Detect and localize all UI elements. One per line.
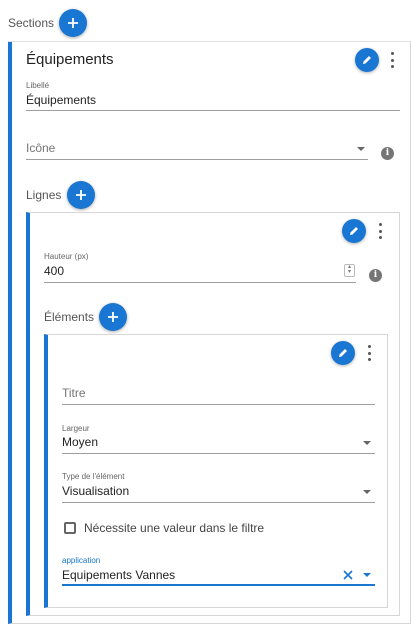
arrow-drop-down-icon[interactable] bbox=[357, 147, 365, 151]
lignes-label: Lignes bbox=[26, 188, 62, 202]
icone-select[interactable]: Icône bbox=[26, 141, 55, 155]
application-underline bbox=[62, 584, 375, 586]
number-stepper[interactable]: ▴ ▾ bbox=[344, 264, 355, 277]
type-label: Type de l'élément bbox=[62, 472, 125, 481]
arrow-drop-down-icon[interactable] bbox=[363, 573, 371, 577]
arrow-drop-down-icon[interactable] bbox=[363, 441, 371, 445]
libelle-input[interactable]: Équipements bbox=[26, 93, 96, 107]
section-title: Équipements bbox=[26, 51, 114, 68]
largeur-label: Largeur bbox=[62, 424, 90, 433]
pencil-icon bbox=[363, 56, 371, 64]
largeur-select[interactable]: Moyen bbox=[62, 435, 98, 449]
icone-underline bbox=[26, 159, 368, 160]
more-vert-icon[interactable] bbox=[376, 223, 384, 239]
add-section-button[interactable] bbox=[59, 9, 87, 37]
filter-checkbox[interactable] bbox=[64, 522, 76, 534]
type-select[interactable]: Visualisation bbox=[62, 484, 129, 498]
plus-icon bbox=[76, 190, 86, 200]
application-input[interactable]: Equipements Vannes bbox=[62, 568, 175, 582]
hauteur-input[interactable]: 400 bbox=[44, 264, 64, 278]
close-icon[interactable] bbox=[343, 570, 353, 580]
titre-input[interactable]: Titre bbox=[62, 386, 86, 400]
elements-label: Éléments bbox=[44, 310, 95, 324]
add-element-button[interactable] bbox=[99, 303, 127, 331]
element-card bbox=[44, 334, 388, 608]
plus-icon bbox=[68, 18, 78, 28]
edit-section-button[interactable] bbox=[355, 48, 379, 72]
more-vert-icon[interactable] bbox=[388, 52, 396, 68]
filter-checkbox-label: Nécessite une valeur dans le filtre bbox=[84, 521, 265, 535]
titre-underline bbox=[62, 404, 375, 405]
libelle-underline bbox=[26, 110, 400, 111]
type-underline bbox=[62, 502, 375, 503]
edit-ligne-button[interactable] bbox=[342, 219, 366, 243]
hauteur-underline bbox=[44, 282, 356, 283]
plus-icon bbox=[108, 312, 118, 322]
info-icon[interactable]: i bbox=[369, 269, 382, 282]
sections-label: Sections bbox=[8, 16, 55, 30]
largeur-underline bbox=[62, 453, 375, 454]
pencil-icon bbox=[339, 349, 347, 357]
application-label: application bbox=[62, 556, 101, 565]
info-icon[interactable]: i bbox=[381, 147, 394, 160]
more-vert-icon[interactable] bbox=[365, 345, 373, 361]
pencil-icon bbox=[350, 227, 358, 235]
edit-element-button[interactable] bbox=[331, 341, 355, 365]
libelle-label: Libellé bbox=[26, 81, 50, 90]
hauteur-label: Hauteur (px) bbox=[44, 252, 89, 261]
arrow-drop-down-icon[interactable] bbox=[363, 490, 371, 494]
add-ligne-button[interactable] bbox=[67, 181, 95, 209]
